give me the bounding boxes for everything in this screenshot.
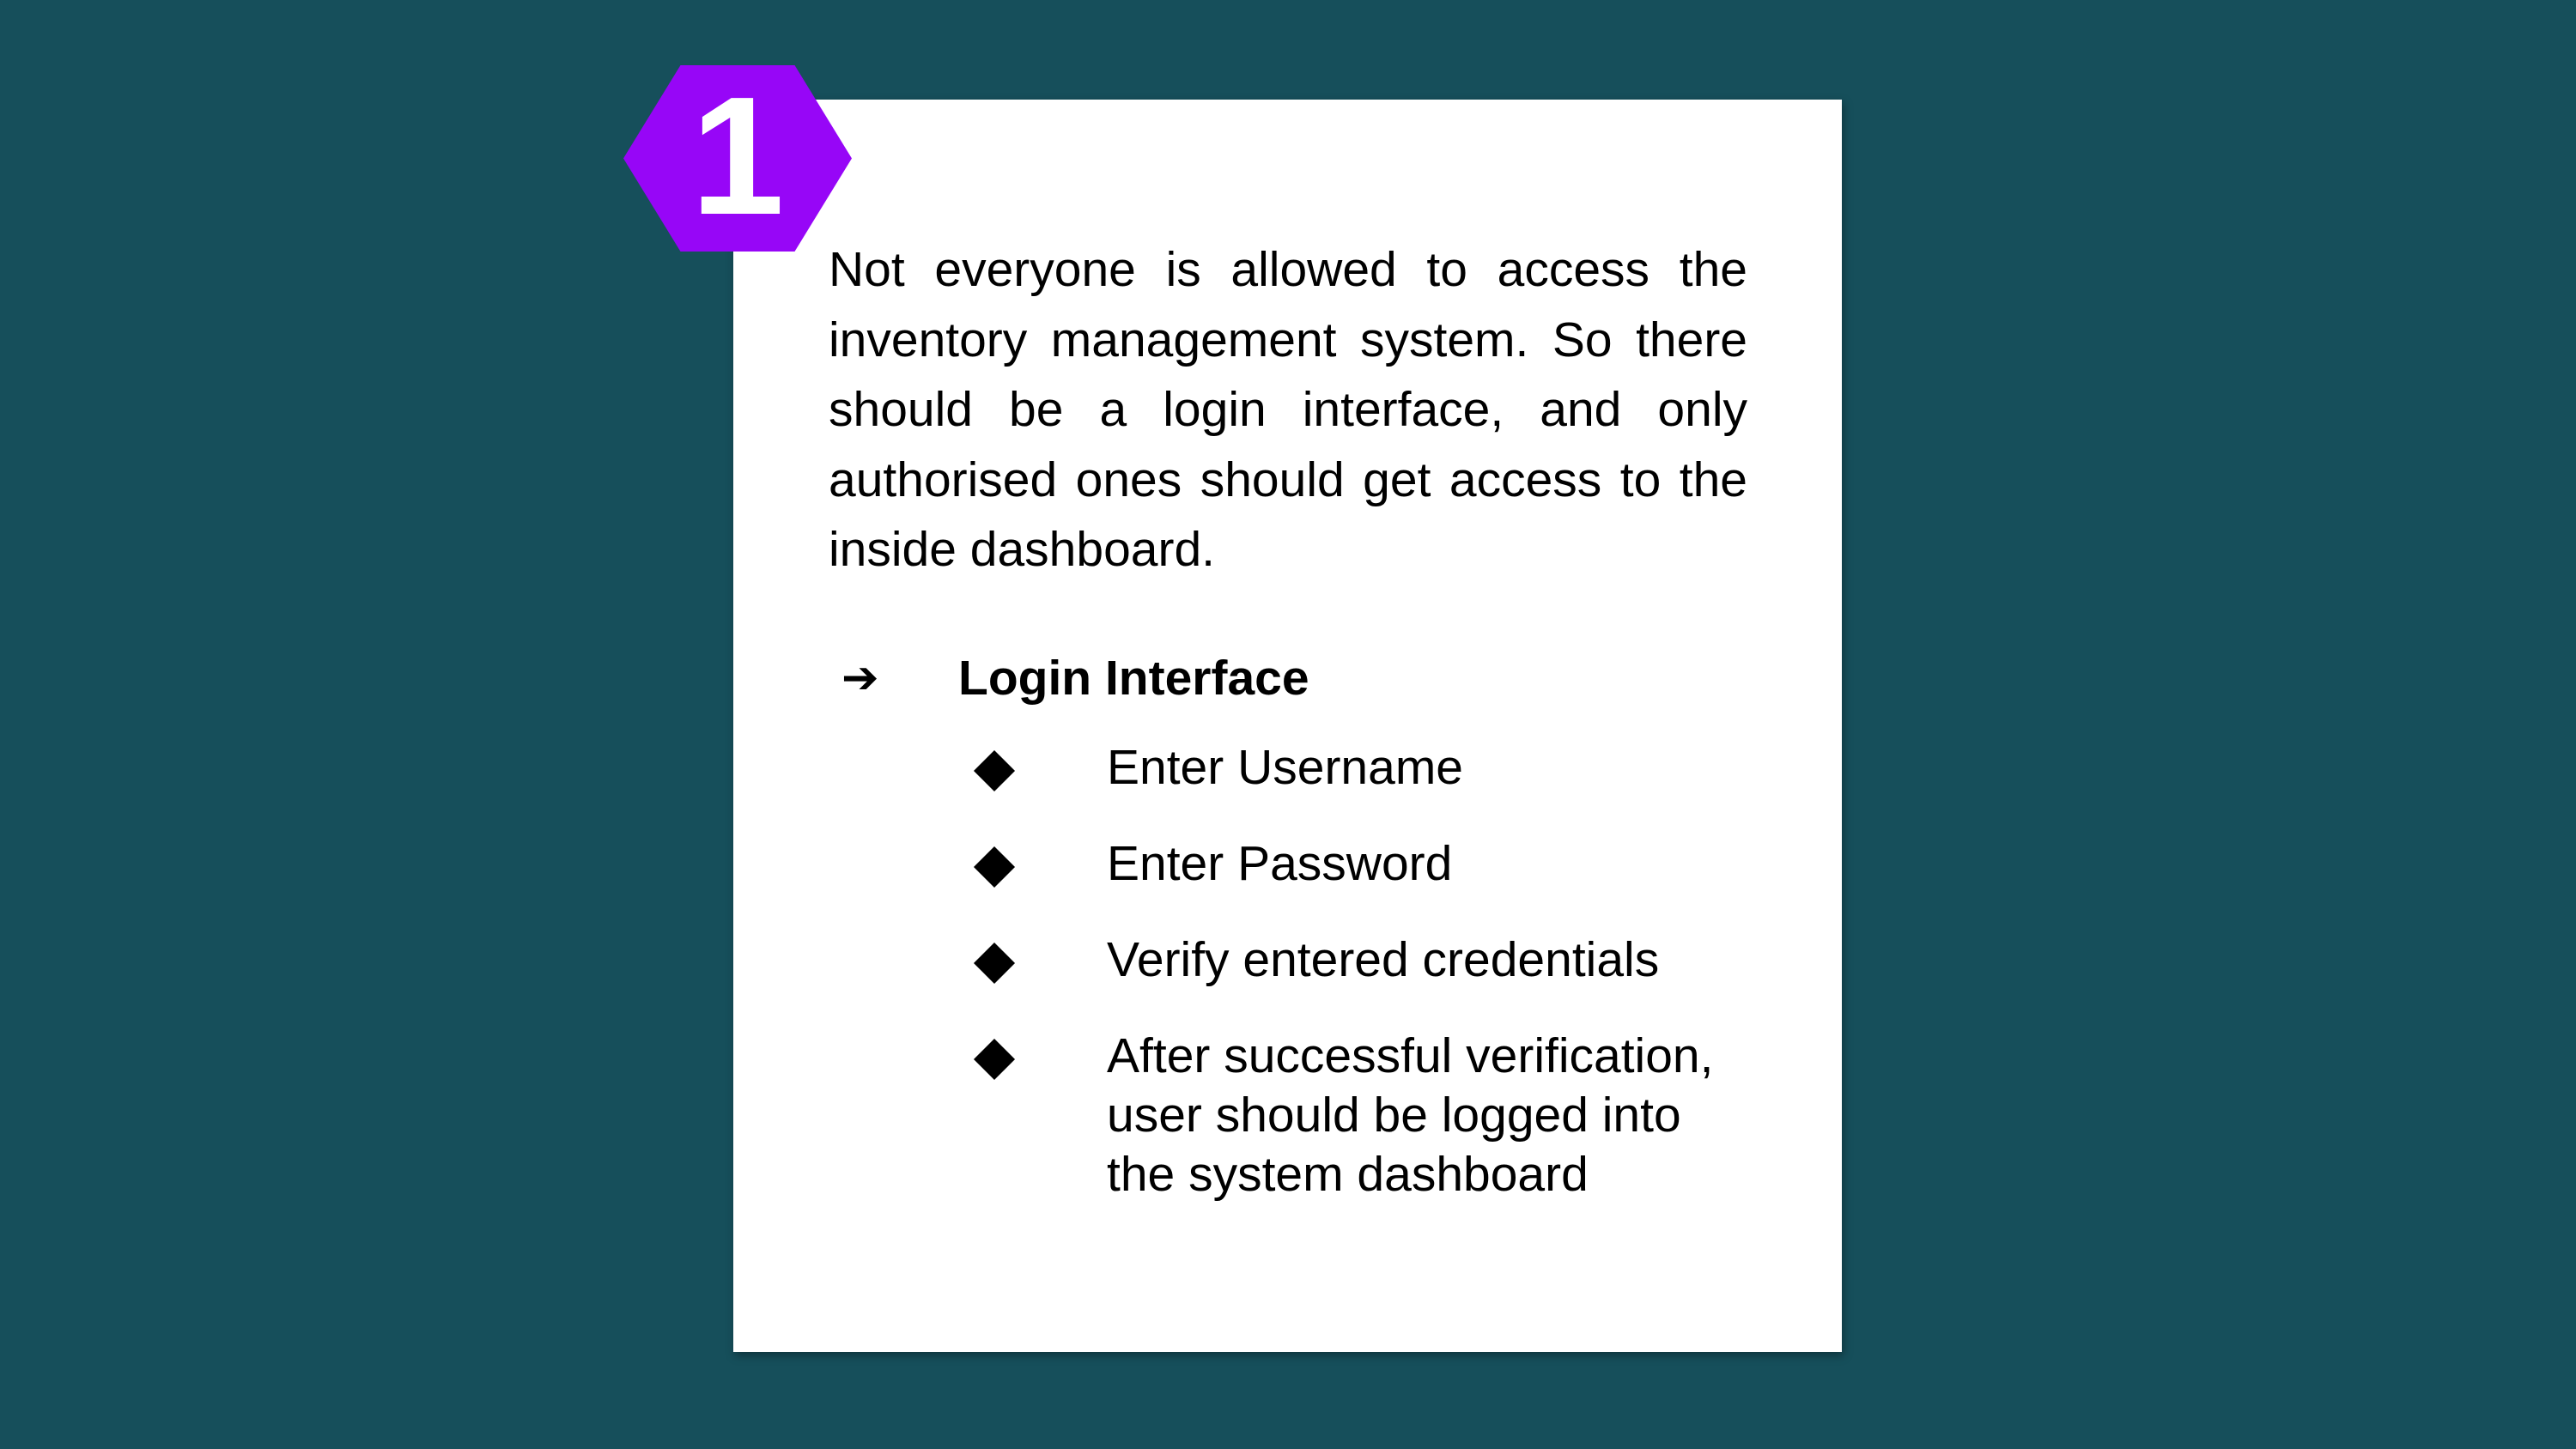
section-heading: ➔ Login Interface xyxy=(841,644,1786,712)
slide-number: 1 xyxy=(690,61,785,250)
list-item-text: Verify entered credentials xyxy=(1107,932,1660,987)
diamond-bullet-icon xyxy=(973,1038,1016,1081)
list-item: Verify entered credentials xyxy=(972,931,1762,990)
list-item: After successful verification, user shou… xyxy=(972,1027,1762,1204)
diamond-bullet-icon xyxy=(973,749,1016,792)
list-item: Enter Password xyxy=(972,834,1762,894)
arrow-right-icon: ➔ xyxy=(841,652,879,704)
login-interface-section: ➔ Login Interface xyxy=(841,644,1786,712)
list-item-text: Enter Password xyxy=(1107,836,1453,891)
diamond-bullet-icon xyxy=(973,942,1016,985)
section-title: Login Interface xyxy=(958,651,1309,706)
list-item-text: After successful verification, user shou… xyxy=(1107,1028,1714,1202)
list-item: Enter Username xyxy=(972,738,1762,797)
list-item-text: Enter Username xyxy=(1107,740,1464,795)
login-steps-list: Enter Username Enter Password Verify ent… xyxy=(972,738,1762,1241)
diamond-bullet-icon xyxy=(973,846,1016,888)
intro-paragraph: Not everyone is allowed to access the in… xyxy=(829,242,1747,577)
